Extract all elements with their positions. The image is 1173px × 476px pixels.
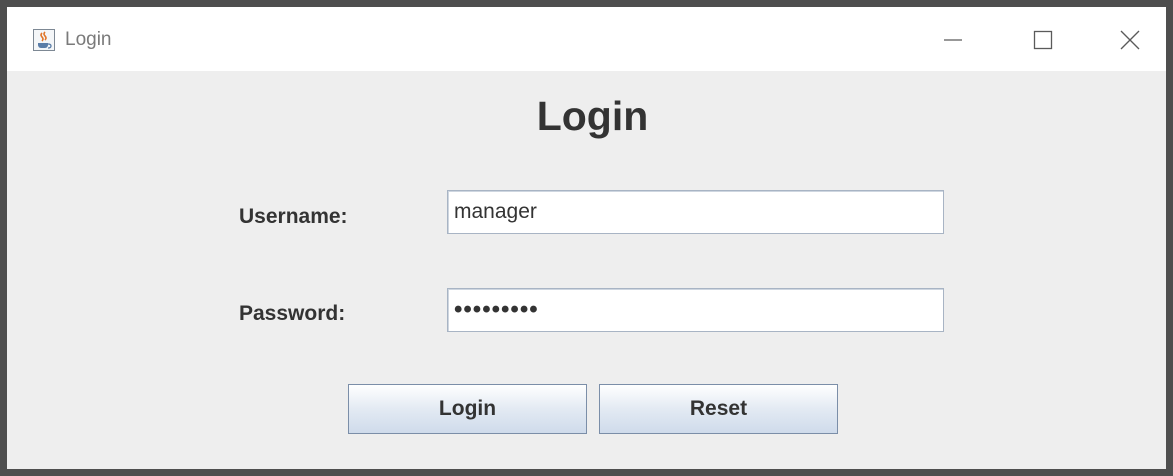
password-label: Password: [239,302,346,325]
minimize-button[interactable] [933,21,973,59]
login-form: Login Username: Password: Login Reset [7,71,1166,469]
password-field[interactable] [447,288,944,332]
java-coffee-icon [33,29,55,51]
login-window: Login Login Username: Password: Login Re… [0,0,1173,476]
minimize-icon [944,39,962,41]
maximize-button[interactable] [1023,21,1063,59]
close-button[interactable] [1110,21,1150,59]
username-field[interactable] [447,190,944,234]
title-bar[interactable]: Login [7,7,1166,71]
form-heading: Login [536,93,649,139]
maximize-icon [1033,30,1053,50]
login-button[interactable]: Login [348,384,587,434]
username-label: Username: [239,205,348,228]
reset-button[interactable]: Reset [599,384,838,434]
close-icon [1120,30,1140,50]
window-title: Login [65,29,112,50]
